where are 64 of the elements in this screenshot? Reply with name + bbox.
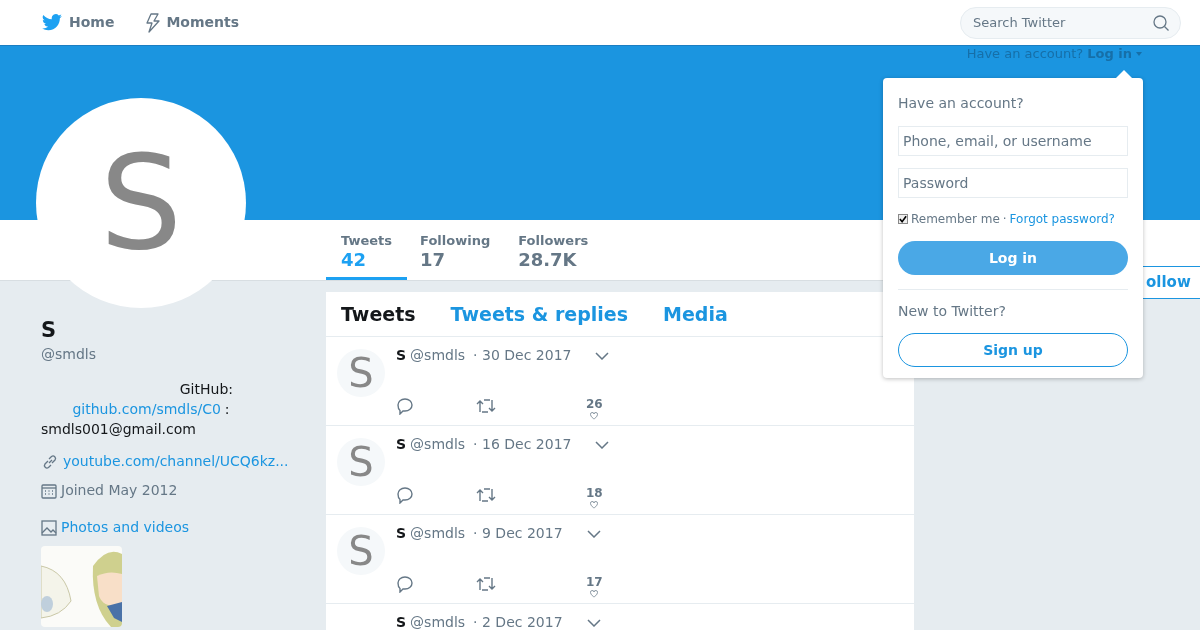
lightning-icon (146, 12, 161, 33)
tweet-handle: @smdls (410, 435, 466, 454)
dropdown-title: Have an account? (898, 94, 1025, 113)
chevron-down-icon[interactable] (595, 440, 610, 449)
forgot-password-link[interactable]: Forgot password? (1009, 210, 1115, 228)
like-count: 18 (586, 485, 603, 501)
password-field[interactable]: Password (898, 168, 1128, 198)
photos-link[interactable]: Photos and videos (61, 517, 189, 538)
tweet-avatar[interactable]: S (337, 438, 385, 486)
separator-dot: · (1002, 211, 1007, 228)
tweet-avatar[interactable]: S (337, 527, 385, 575)
profile-stat-tab[interactable]: Following 17 (405, 220, 506, 280)
tweet-date[interactable]: · 2 Dec 2017 (473, 612, 563, 630)
nav-link[interactable]: Home (41, 12, 115, 33)
reply-icon[interactable] (396, 486, 414, 504)
login-button[interactable]: Log in (898, 241, 1128, 275)
bird-icon (41, 13, 63, 32)
calendar-icon (41, 482, 57, 499)
bio-link[interactable]: github.com/smdls/C0 (72, 399, 221, 419)
profile-name[interactable]: S (41, 318, 326, 342)
tweet-handle: @smdls (410, 613, 466, 630)
follow-button[interactable]: ollow (1143, 266, 1200, 299)
remember-label: Remember me (911, 211, 1000, 228)
nav-link[interactable]: Moments (146, 12, 240, 33)
chevron-down-icon[interactable] (586, 529, 601, 538)
timeline-tab[interactable]: Media (663, 299, 728, 329)
retweet-icon[interactable] (476, 576, 496, 592)
profile-handle: @smdls (41, 345, 97, 364)
reply-icon[interactable] (396, 397, 414, 415)
timeline-tab[interactable]: Tweets & replies (450, 299, 629, 329)
login-prompt: Have an account? (966, 45, 1084, 64)
tweet-author-name[interactable]: S (396, 523, 407, 544)
retweet-icon[interactable] (476, 398, 496, 414)
tweet-date[interactable]: · 9 Dec 2017 (473, 523, 563, 544)
like-count: 17 (586, 574, 603, 590)
link-icon (41, 452, 59, 471)
profile-stat-tab[interactable]: Followers 28.7K (503, 220, 604, 280)
profile-url[interactable]: youtube.com/channel/UCQ6kz... (63, 451, 289, 472)
tweet-handle: @smdls (410, 524, 466, 543)
profile-stat-tab[interactable]: Tweets 42 (326, 220, 408, 280)
tweet-date[interactable]: · 16 Dec 2017 (473, 434, 572, 455)
caret-icon (1136, 52, 1142, 56)
joined-date: Joined May 2012 (61, 481, 178, 500)
retweet-icon[interactable] (476, 487, 496, 503)
tweet-author-name[interactable]: S (396, 434, 407, 455)
search-icon[interactable] (1153, 14, 1169, 31)
tweet-date[interactable]: · 30 Dec 2017 (473, 345, 572, 366)
bio-text: GitHub: (179, 380, 233, 399)
chevron-down-icon[interactable] (595, 351, 610, 360)
tweet-handle: @smdls (410, 346, 466, 365)
timeline-tab[interactable]: Tweets (341, 299, 416, 329)
tweet-author-name[interactable]: S (396, 612, 407, 630)
signup-prompt: New to Twitter? (898, 302, 1007, 321)
tweet-author-name[interactable]: S (396, 345, 407, 366)
like-count: 26 (586, 396, 603, 412)
image-icon (41, 519, 57, 536)
bio-text: : (224, 400, 230, 419)
tweet-avatar[interactable]: S (337, 349, 385, 397)
chevron-down-icon[interactable] (586, 618, 601, 627)
bio-text: smdls001@gmail.com (41, 420, 197, 439)
search-field[interactable]: Search Twitter (960, 6, 1181, 39)
reply-icon[interactable] (396, 575, 414, 593)
username-field[interactable]: Phone, email, or username (898, 126, 1128, 156)
remember-checkbox[interactable] (898, 214, 908, 224)
